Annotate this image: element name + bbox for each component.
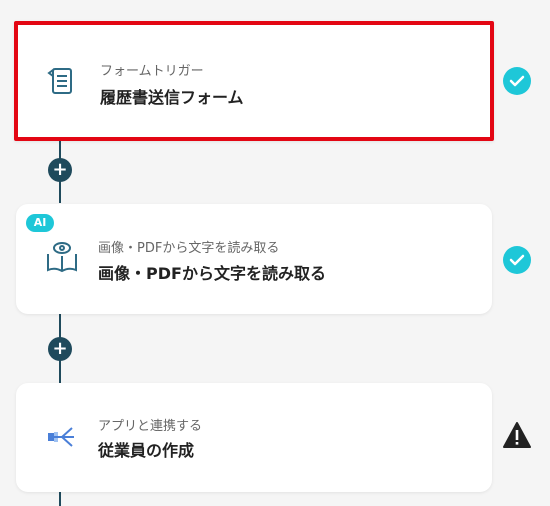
step-title: 履歴書送信フォーム [100, 88, 244, 107]
step-title: 従業員の作成 [98, 441, 195, 460]
step-card-app-integration[interactable]: アプリと連携する 従業員の作成 [16, 383, 492, 492]
step-card-ocr[interactable]: 画像・PDFから文字を読み取る 画像・PDFから文字を読み取る [16, 204, 492, 314]
step-subtitle: アプリと連携する [98, 419, 203, 434]
app-integration-icon [48, 427, 74, 447]
add-step-button[interactable]: + [48, 337, 72, 361]
step-title: 画像・PDFから文字を読み取る [98, 264, 326, 283]
connector-line [59, 492, 61, 506]
step-subtitle: フォームトリガー [100, 64, 204, 79]
check-icon [503, 67, 531, 95]
book-eye-icon [47, 242, 77, 273]
check-icon [503, 246, 531, 274]
ai-badge: AI [26, 214, 54, 232]
warning-icon [503, 422, 531, 448]
step-card-form-trigger[interactable]: フォームトリガー 履歴書送信フォーム [14, 21, 494, 141]
step-subtitle: 画像・PDFから文字を読み取る [98, 241, 280, 256]
form-icon [47, 68, 72, 94]
add-step-button[interactable]: + [48, 158, 72, 182]
